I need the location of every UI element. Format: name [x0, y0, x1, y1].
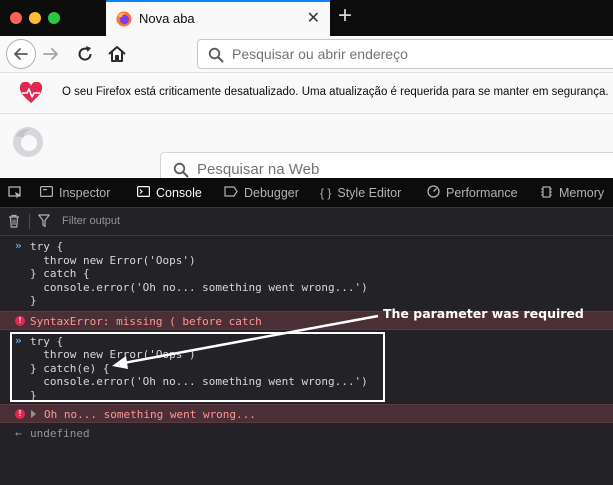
- forward-button[interactable]: [40, 43, 62, 65]
- code-line: console.error('Oh no... something went w…: [30, 281, 368, 294]
- tab-console-label: Console: [156, 186, 202, 200]
- result-arrow-icon: ←: [15, 427, 22, 440]
- reload-button[interactable]: [74, 43, 96, 65]
- navigation-bar: Pesquisar ou abrir endereço: [0, 36, 613, 73]
- tab-title: Nova aba: [139, 11, 195, 26]
- back-button[interactable]: [6, 39, 36, 69]
- style-editor-icon: { }: [320, 186, 332, 200]
- code-line: try {: [30, 240, 64, 253]
- new-tab-button[interactable]: +: [338, 2, 352, 30]
- element-picker-icon[interactable]: [8, 186, 22, 200]
- update-notification-bar: O seu Firefox está criticamente desatual…: [0, 73, 613, 114]
- window-minimize-button[interactable]: [29, 12, 41, 24]
- input-prompt-icon: »: [15, 239, 22, 252]
- inspector-icon: [40, 186, 54, 200]
- tab-debugger[interactable]: Debugger: [224, 178, 299, 208]
- memory-icon: [540, 185, 553, 201]
- code-line: throw new Error('Oops'): [30, 254, 196, 267]
- performance-icon: [427, 185, 440, 201]
- firefox-logo-icon: [13, 127, 43, 157]
- console-icon: [137, 186, 151, 200]
- tab-close-icon[interactable]: ✕: [307, 8, 320, 28]
- window-maximize-button[interactable]: [48, 12, 60, 24]
- heart-pulse-icon: [19, 82, 43, 103]
- tab-performance[interactable]: Performance: [427, 178, 518, 208]
- trash-icon[interactable]: [8, 214, 20, 228]
- syntax-error-text: SyntaxError: missing ( before catch: [30, 315, 262, 328]
- error-icon: !: [15, 409, 25, 419]
- notification-message: O seu Firefox está criticamente desatual…: [62, 86, 609, 98]
- code-line: } catch {: [30, 267, 90, 280]
- tab-style-editor-label: Style Editor: [337, 186, 402, 200]
- logged-error-text: Oh no... something went wrong...: [44, 408, 256, 421]
- search-icon: [173, 162, 189, 178]
- tab-inspector-label: Inspector: [59, 186, 111, 200]
- window-close-button[interactable]: [10, 12, 22, 24]
- tab-memory[interactable]: Memory: [540, 178, 604, 208]
- web-search-placeholder: Pesquisar na Web: [197, 161, 320, 178]
- console-filter-bar: Filter output: [0, 208, 613, 236]
- arrow-left-icon: [14, 48, 28, 60]
- tab-debugger-label: Debugger: [244, 186, 299, 200]
- filter-input[interactable]: Filter output: [62, 215, 120, 227]
- console-error-message[interactable]: ! Oh no... something went wrong...: [0, 404, 613, 423]
- tab-style-editor[interactable]: { } Style Editor: [320, 178, 401, 208]
- browser-tab[interactable]: Nova aba ✕: [106, 0, 330, 36]
- search-icon: [208, 47, 224, 63]
- filter-icon[interactable]: [38, 214, 50, 228]
- new-tab-page: Pesquisar na Web: [0, 114, 613, 178]
- web-search-box[interactable]: Pesquisar na Web: [160, 152, 613, 178]
- toolbar-separator: [29, 214, 30, 229]
- url-bar[interactable]: Pesquisar ou abrir endereço: [197, 39, 613, 69]
- devtools-toolbar: Inspector Console Debugger { } Style Edi…: [0, 178, 613, 208]
- annotation-callout: The parameter was required: [383, 306, 584, 321]
- tab-memory-label: Memory: [559, 186, 605, 200]
- tab-inspector[interactable]: Inspector: [40, 178, 110, 208]
- title-bar: Nova aba ✕ +: [0, 0, 613, 36]
- result-value: undefined: [30, 427, 90, 440]
- error-icon: !: [15, 316, 25, 326]
- code-line: }: [30, 294, 37, 307]
- home-button[interactable]: [106, 43, 128, 65]
- debugger-icon: [224, 186, 238, 200]
- annotation-highlight-box: [10, 332, 385, 402]
- tab-performance-label: Performance: [446, 186, 518, 200]
- firefox-favicon-icon: [116, 11, 132, 27]
- expand-triangle-icon[interactable]: [31, 410, 36, 418]
- url-placeholder: Pesquisar ou abrir endereço: [232, 46, 408, 62]
- tab-console[interactable]: Console: [137, 178, 202, 208]
